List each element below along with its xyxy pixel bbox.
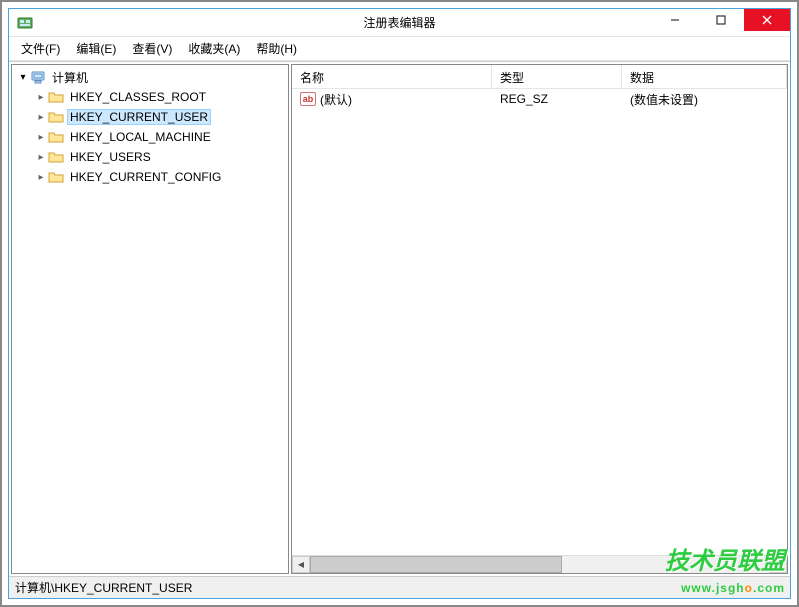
list-panel: 名称 类型 数据 ab (默认) REG_SZ (数值未设置) (291, 64, 788, 574)
cell-name: (默认) (320, 91, 352, 108)
statusbar: 计算机\HKEY_CURRENT_USER (9, 576, 790, 598)
column-header-type[interactable]: 类型 (492, 65, 622, 88)
folder-icon (48, 109, 64, 125)
horizontal-scrollbar[interactable]: ◀ ▶ (292, 555, 787, 573)
expander-icon[interactable]: ▸ (34, 130, 48, 144)
tree-item-hkey-current-config[interactable]: ▸ HKEY_CURRENT_CONFIG (12, 167, 288, 187)
column-header-name[interactable]: 名称 (292, 65, 492, 88)
menu-edit[interactable]: 编辑(E) (68, 37, 124, 60)
list-body[interactable]: ab (默认) REG_SZ (数值未设置) (292, 89, 787, 555)
list-header: 名称 类型 数据 (292, 65, 787, 89)
folder-icon (48, 129, 64, 145)
tree-item-hkey-classes-root[interactable]: ▸ HKEY_CLASSES_ROOT (12, 87, 288, 107)
tree-root-computer[interactable]: ▾ 计算机 (12, 67, 288, 87)
scroll-track[interactable] (310, 556, 769, 573)
folder-icon (48, 169, 64, 185)
folder-icon (48, 89, 64, 105)
close-button[interactable] (744, 9, 790, 31)
tree-panel[interactable]: ▾ 计算机 ▸ (11, 64, 289, 574)
window-title: 注册表编辑器 (363, 14, 435, 31)
tree-label: HKEY_CLASSES_ROOT (67, 89, 209, 105)
expander-icon[interactable]: ▸ (34, 150, 48, 164)
tree-item-hkey-users[interactable]: ▸ HKEY_USERS (12, 147, 288, 167)
expander-icon[interactable]: ▸ (34, 170, 48, 184)
menu-help[interactable]: 帮助(H) (248, 37, 305, 60)
scroll-thumb[interactable] (310, 556, 562, 573)
menu-favorites[interactable]: 收藏夹(A) (180, 37, 248, 60)
string-value-icon: ab (300, 91, 316, 107)
tree-label: 计算机 (49, 68, 91, 87)
menu-file[interactable]: 文件(F) (13, 37, 68, 60)
status-path: 计算机\HKEY_CURRENT_USER (15, 579, 192, 596)
expander-icon[interactable]: ▸ (34, 90, 48, 104)
menubar: 文件(F) 编辑(E) 查看(V) 收藏夹(A) 帮助(H) (9, 37, 790, 61)
registry-editor-window: 注册表编辑器 文件(F) 编辑(E) 查看(V) 收藏夹(A) 帮助(H) (8, 8, 791, 599)
tree-label: HKEY_LOCAL_MACHINE (67, 129, 214, 145)
maximize-button[interactable] (698, 9, 744, 31)
cell-type: REG_SZ (500, 92, 548, 106)
app-icon (17, 15, 33, 31)
scroll-left-icon[interactable]: ◀ (292, 556, 310, 573)
expander-icon[interactable]: ▸ (34, 110, 48, 124)
titlebar: 注册表编辑器 (9, 9, 790, 37)
minimize-button[interactable] (652, 9, 698, 31)
tree-item-hkey-local-machine[interactable]: ▸ HKEY_LOCAL_MACHINE (12, 127, 288, 147)
tree-item-hkey-current-user[interactable]: ▸ HKEY_CURRENT_USER (12, 107, 288, 127)
cell-data: (数值未设置) (630, 91, 698, 108)
computer-icon (30, 69, 46, 85)
folder-icon (48, 149, 64, 165)
expander-icon[interactable]: ▾ (16, 70, 30, 84)
tree-label: HKEY_USERS (67, 149, 154, 165)
menu-view[interactable]: 查看(V) (124, 37, 180, 60)
scroll-right-icon[interactable]: ▶ (769, 556, 787, 573)
tree-label: HKEY_CURRENT_USER (67, 109, 211, 125)
tree-label: HKEY_CURRENT_CONFIG (67, 169, 224, 185)
list-row[interactable]: ab (默认) REG_SZ (数值未设置) (292, 89, 787, 109)
column-header-data[interactable]: 数据 (622, 65, 787, 88)
